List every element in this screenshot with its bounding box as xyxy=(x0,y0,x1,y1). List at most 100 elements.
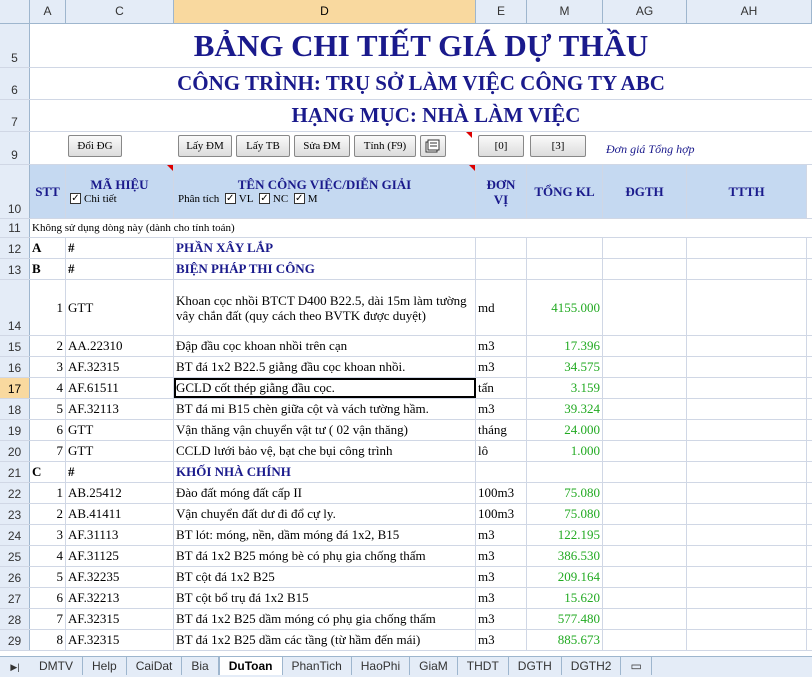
cell-dgth[interactable] xyxy=(603,399,687,419)
note-cell[interactable]: Không sử dụng dòng này (dành cho tính to… xyxy=(30,219,430,237)
row-header[interactable]: 11 xyxy=(0,219,30,237)
cell-ma-hieu[interactable]: AF.61511 xyxy=(66,378,174,398)
row-header[interactable]: 7 xyxy=(0,100,30,131)
column-header-c[interactable]: C xyxy=(66,0,174,23)
cell-stt[interactable]: 1 xyxy=(30,280,66,335)
cell-ma-hieu[interactable]: AB.25412 xyxy=(66,483,174,503)
cell-don-vi[interactable]: m3 xyxy=(476,525,527,545)
cell-tong-kl[interactable]: 75.080 xyxy=(527,504,603,524)
cell-don-vi[interactable]: 100m3 xyxy=(476,504,527,524)
cell-don-vi[interactable]: 100m3 xyxy=(476,483,527,503)
cell-tong-kl[interactable]: 122.195 xyxy=(527,525,603,545)
select-all-corner[interactable] xyxy=(0,0,30,23)
cell-dgth[interactable] xyxy=(603,420,687,440)
lay-tb-button[interactable]: Lấy TB xyxy=(236,135,290,157)
cell-stt[interactable]: 2 xyxy=(30,504,66,524)
cell-stt[interactable]: 7 xyxy=(30,609,66,629)
cell-don-vi[interactable] xyxy=(476,462,527,482)
cell-ten-cong-viec[interactable]: Vận chuyển đất dư đi đổ cự ly. xyxy=(174,504,476,524)
cell-ttth[interactable] xyxy=(687,378,807,398)
cell-don-vi[interactable] xyxy=(476,259,527,279)
cell-don-vi[interactable]: m3 xyxy=(476,357,527,377)
cell-don-vi[interactable]: m3 xyxy=(476,609,527,629)
cell-stt[interactable]: 4 xyxy=(30,378,66,398)
cell-tong-kl[interactable]: 3.159 xyxy=(527,378,603,398)
header-ma-hieu[interactable]: MÃ HIỆU ✓ Chi tiết xyxy=(66,165,174,218)
cell-don-vi[interactable]: lô xyxy=(476,441,527,461)
row-header[interactable]: 21 xyxy=(0,462,30,482)
cell-dgth[interactable] xyxy=(603,525,687,545)
column-header-ah[interactable]: AH xyxy=(687,0,812,23)
column-header-a[interactable]: A xyxy=(30,0,66,23)
row-header[interactable]: 20 xyxy=(0,441,30,461)
cell-tong-kl[interactable]: 386.530 xyxy=(527,546,603,566)
cell-ttth[interactable] xyxy=(687,588,807,608)
cell-dgth[interactable] xyxy=(603,259,687,279)
header-dgth[interactable]: ĐGTH xyxy=(603,165,687,218)
cell-tong-kl[interactable]: 24.000 xyxy=(527,420,603,440)
cell-ma-hieu[interactable]: # xyxy=(66,259,174,279)
cell-ten-cong-viec[interactable]: BT lót: móng, nền, dầm móng đá 1x2, B15 xyxy=(174,525,476,545)
cell-ma-hieu[interactable]: AF.32315 xyxy=(66,357,174,377)
project-name[interactable]: CÔNG TRÌNH: TRỤ SỞ LÀM VIỆC CÔNG TY ABC xyxy=(30,68,812,99)
row-header[interactable]: 28 xyxy=(0,609,30,629)
cell-ten-cong-viec[interactable]: BIỆN PHÁP THI CÔNG xyxy=(174,259,476,279)
cell-don-vi[interactable]: m3 xyxy=(476,630,527,650)
cell-stt[interactable]: C xyxy=(30,462,66,482)
cell-stt[interactable]: 3 xyxy=(30,525,66,545)
cell-ma-hieu[interactable]: GTT xyxy=(66,280,174,335)
cell-ttth[interactable] xyxy=(687,259,807,279)
cell-tong-kl[interactable]: 209.164 xyxy=(527,567,603,587)
header-tong-kl[interactable]: TỔNG KL xyxy=(527,165,603,218)
cell-tong-kl[interactable] xyxy=(527,462,603,482)
cell-ma-hieu[interactable]: AF.32235 xyxy=(66,567,174,587)
cell-dgth[interactable] xyxy=(603,357,687,377)
row-header[interactable]: 16 xyxy=(0,357,30,377)
cell-ten-cong-viec[interactable]: BT cột đá 1x2 B25 xyxy=(174,567,476,587)
button-3[interactable]: [3] xyxy=(530,135,586,157)
cell-ma-hieu[interactable]: # xyxy=(66,238,174,258)
cell-stt[interactable]: 6 xyxy=(30,420,66,440)
vl-checkbox[interactable]: ✓ xyxy=(224,193,236,205)
cell-don-vi[interactable]: m3 xyxy=(476,399,527,419)
cell-ma-hieu[interactable]: AF.32315 xyxy=(66,609,174,629)
cell-stt[interactable]: 3 xyxy=(30,357,66,377)
cell-dgth[interactable] xyxy=(603,238,687,258)
cell-dgth[interactable] xyxy=(603,378,687,398)
cell-dgth[interactable] xyxy=(603,609,687,629)
row-header[interactable]: 23 xyxy=(0,504,30,524)
row-header[interactable]: 22 xyxy=(0,483,30,503)
tinh-button[interactable]: Tính (F9) xyxy=(354,135,416,157)
nc-checkbox[interactable]: ✓ xyxy=(258,193,270,205)
cell-don-vi[interactable]: m3 xyxy=(476,336,527,356)
cell-ttth[interactable] xyxy=(687,238,807,258)
tab-bia[interactable]: Bia xyxy=(182,657,219,675)
cell-ttth[interactable] xyxy=(687,567,807,587)
cell-dgth[interactable] xyxy=(603,567,687,587)
cell-ma-hieu[interactable]: AF.31125 xyxy=(66,546,174,566)
row-header[interactable]: 9 xyxy=(0,132,30,164)
cell-ten-cong-viec[interactable]: PHẦN XÂY LẮP xyxy=(174,238,476,258)
row-header[interactable]: 13 xyxy=(0,259,30,279)
tab-dgth[interactable]: DGTH xyxy=(509,657,562,675)
cell-ten-cong-viec[interactable]: KHỐI NHÀ CHÍNH xyxy=(174,462,476,482)
cell-ttth[interactable] xyxy=(687,546,807,566)
header-stt[interactable]: STT xyxy=(30,165,66,218)
row-header[interactable]: 15 xyxy=(0,336,30,356)
cell-ma-hieu[interactable]: AF.32315 xyxy=(66,630,174,650)
tab-giam[interactable]: GiaM xyxy=(410,657,458,675)
cell-ttth[interactable] xyxy=(687,462,807,482)
cell-ten-cong-viec[interactable]: BT cột bổ trụ đá 1x2 B15 xyxy=(174,588,476,608)
category-name[interactable]: HẠNG MỤC: NHÀ LÀM VIỆC xyxy=(30,100,812,131)
cell-don-vi[interactable]: tháng xyxy=(476,420,527,440)
cell-ttth[interactable] xyxy=(687,357,807,377)
column-header-m[interactable]: M xyxy=(527,0,603,23)
cell-ten-cong-viec[interactable]: Đào đất móng đất cấp II xyxy=(174,483,476,503)
cell-ttth[interactable] xyxy=(687,280,807,335)
settings-icon[interactable] xyxy=(420,135,446,157)
cell-stt[interactable]: 7 xyxy=(30,441,66,461)
cell-stt[interactable]: 1 xyxy=(30,483,66,503)
cell-ma-hieu[interactable]: AB.41411 xyxy=(66,504,174,524)
cell-stt[interactable]: 5 xyxy=(30,567,66,587)
cell-tong-kl[interactable]: 4155.000 xyxy=(527,280,603,335)
